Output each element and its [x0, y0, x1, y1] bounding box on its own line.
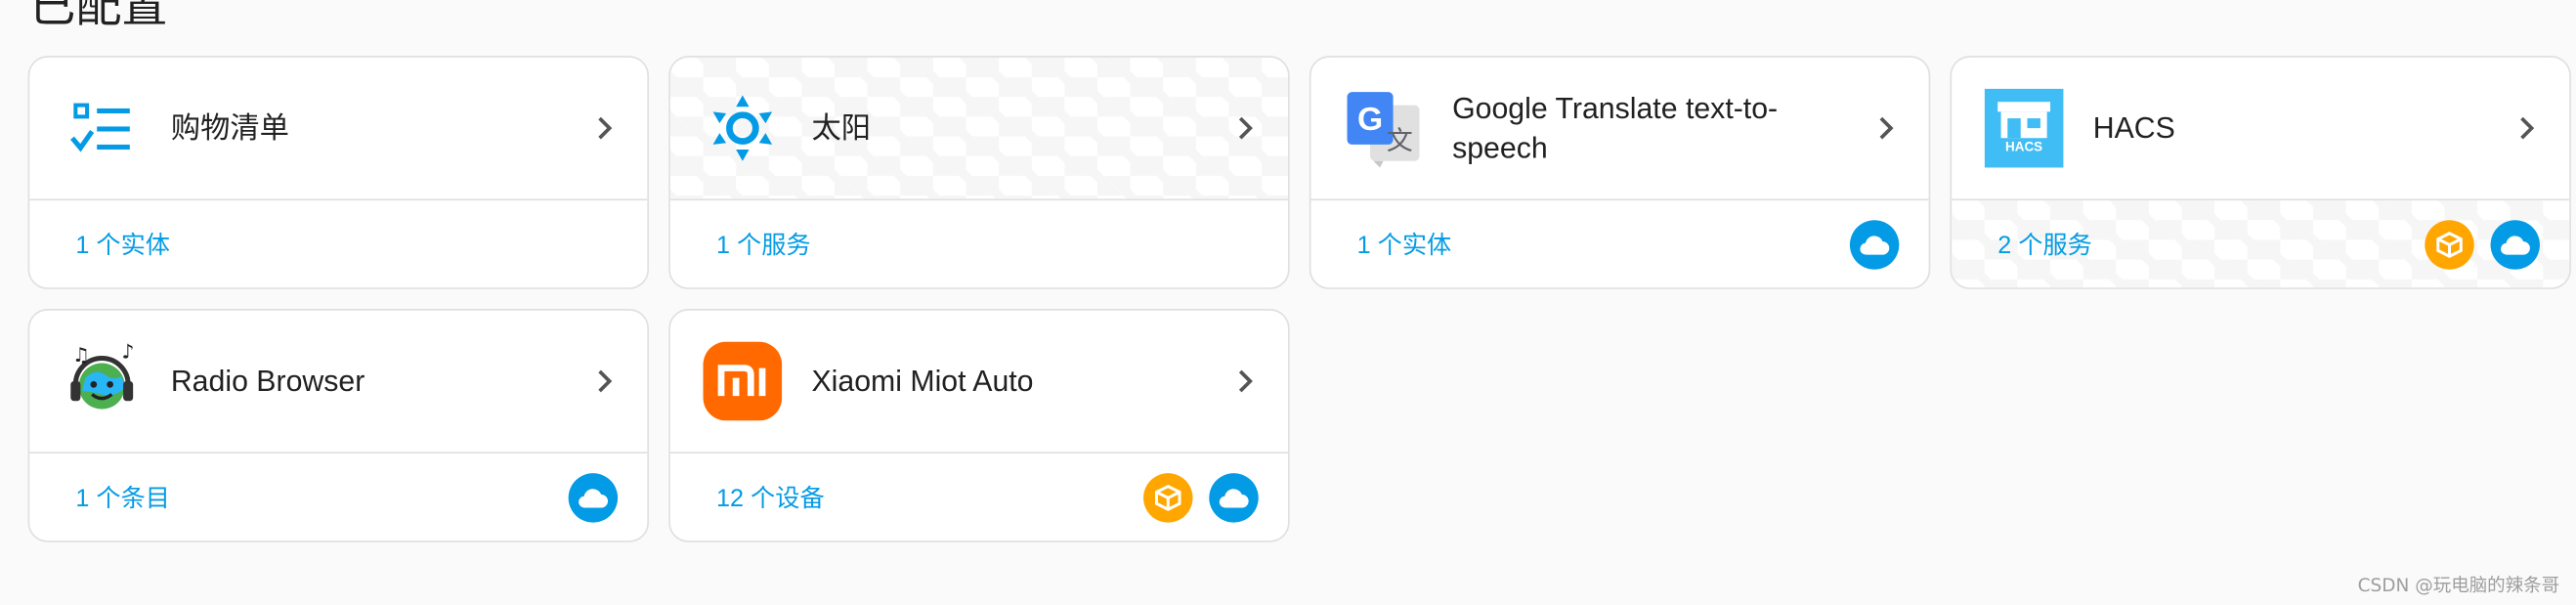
- xiaomi-icon: [703, 341, 783, 421]
- card-footer: 1 个实体: [29, 200, 647, 287]
- integration-name: 购物清单: [170, 111, 289, 145]
- integration-card-shopping-list: 购物清单 1 个实体: [27, 56, 650, 289]
- cloud-icon: [1209, 473, 1259, 523]
- card-header[interactable]: 购物清单: [29, 58, 648, 201]
- card-header[interactable]: ♫ ♪ Radio Browser: [29, 311, 648, 454]
- custom-integration-icon: [1143, 473, 1193, 523]
- chevron-right-icon: [598, 369, 613, 393]
- card-header[interactable]: G 文 Google Translate text-to- speech: [1310, 58, 1929, 201]
- card-header[interactable]: 太阳: [669, 57, 1288, 201]
- chevron-right-icon: [1238, 369, 1253, 393]
- devices-link[interactable]: 12 个设备: [716, 483, 825, 516]
- badges: [2425, 220, 2540, 270]
- hacs-logo-text: HACS: [2005, 139, 2043, 155]
- integrations-page: 已配置 购物清单 1 个实体 太阳 1 个服务 G 文 Google Trans…: [0, 0, 2576, 605]
- section-title: 已配置: [29, 0, 168, 31]
- integration-name: Xiaomi Miot Auto: [811, 365, 1034, 398]
- cloud-icon: [2490, 220, 2540, 270]
- card-header[interactable]: Xiaomi Miot Auto: [669, 311, 1288, 454]
- badges: [1143, 473, 1259, 523]
- card-footer: 12 个设备: [670, 454, 1288, 540]
- card-footer: 1 个服务: [670, 200, 1288, 287]
- integration-card-hacs: HACS HACS 2 个服务: [1950, 56, 2571, 289]
- integration-name: 太阳: [811, 111, 871, 145]
- card-header[interactable]: HACS HACS: [1952, 58, 2570, 201]
- chevron-right-icon: [2520, 116, 2535, 140]
- entries-link[interactable]: 1 个条目: [75, 483, 170, 516]
- google-translate-icon: G 文: [1344, 89, 1423, 168]
- badges: [568, 473, 619, 523]
- integration-card-google-translate: G 文 Google Translate text-to- speech 1 个…: [1309, 56, 1931, 289]
- integration-card-xiaomi-miot-auto: Xiaomi Miot Auto 12 个设备: [668, 309, 1290, 542]
- cloud-icon: [1849, 220, 1900, 270]
- cloud-icon: [568, 473, 619, 523]
- sun-icon: [704, 89, 783, 168]
- radio-browser-icon: ♫ ♪: [63, 342, 142, 421]
- services-link[interactable]: 1 个服务: [716, 230, 811, 263]
- custom-integration-icon: [2425, 220, 2474, 270]
- svg-text:文: 文: [1387, 126, 1413, 156]
- card-footer: 1 个条目: [29, 454, 647, 540]
- svg-text:G: G: [1357, 102, 1383, 138]
- hacs-icon: HACS: [1984, 88, 2064, 168]
- integration-card-radio-browser: ♫ ♪ Radio Browser 1 个条目: [27, 309, 650, 542]
- card-footer: 1 个实体: [1311, 200, 1929, 287]
- watermark: CSDN @玩电脑的辣条哥: [2357, 575, 2560, 597]
- integration-name-line2: speech: [1452, 131, 1548, 165]
- integration-name: Google Translate text-to- speech: [1452, 89, 1857, 168]
- integration-name-line1: Google Translate text-to-: [1452, 92, 1779, 125]
- services-link[interactable]: 2 个服务: [1997, 230, 2092, 263]
- chevron-right-icon: [1238, 116, 1253, 140]
- badges: [1849, 220, 1900, 270]
- integration-name: HACS: [2092, 111, 2175, 145]
- svg-text:♪: ♪: [121, 342, 134, 364]
- integration-name: Radio Browser: [170, 365, 365, 398]
- svg-text:♫: ♫: [72, 343, 90, 367]
- integration-card-sun: 太阳 1 个服务: [668, 56, 1290, 289]
- entities-link[interactable]: 1 个实体: [75, 230, 170, 263]
- chevron-right-icon: [598, 116, 613, 140]
- entities-link[interactable]: 1 个实体: [1357, 230, 1452, 263]
- card-footer: 2 个服务: [1952, 200, 2570, 288]
- shopping-list-icon: [63, 89, 142, 168]
- chevron-right-icon: [1879, 116, 1894, 140]
